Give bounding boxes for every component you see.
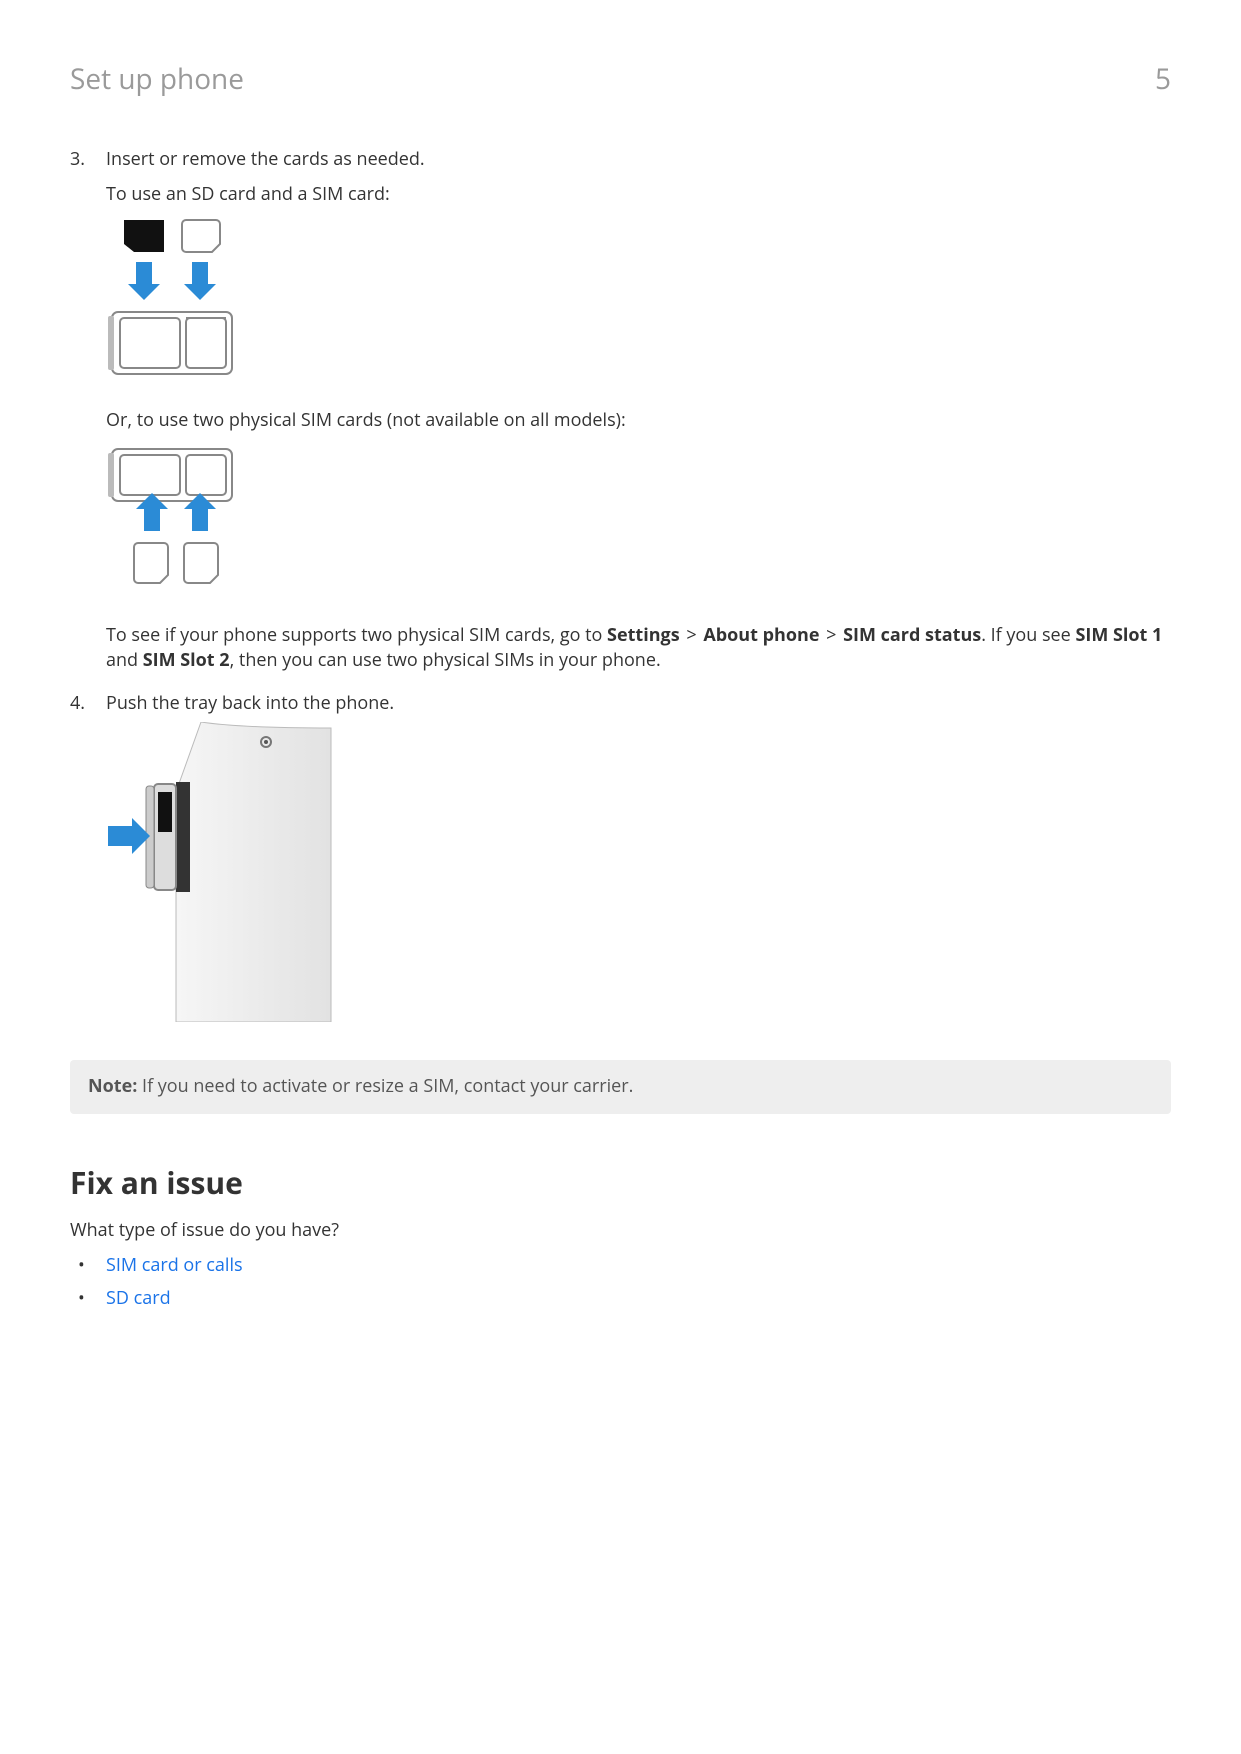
fix-an-issue-heading: Fix an issue: [70, 1162, 1171, 1204]
text-fragment: , then you can use two physical SIMs in …: [230, 648, 661, 672]
bold-sim-slot-1: SIM Slot 1: [1075, 623, 1162, 647]
diagram-two-sims: [106, 443, 1171, 603]
step-3-two-sim-caption: Or, to use two physical SIM cards (not a…: [106, 408, 1171, 433]
note-box: Note: If you need to activate or resize …: [70, 1060, 1171, 1113]
list-item: SIM card or calls: [70, 1253, 1171, 1278]
step-4-number: 4.: [70, 691, 106, 1042]
step-3: 3. Insert or remove the cards as needed.…: [70, 147, 1171, 683]
diagram-sd-and-sim: [106, 218, 1171, 388]
text-fragment: . If you see: [981, 623, 1075, 647]
fix-question: What type of issue do you have?: [70, 1218, 1171, 1243]
issue-link-list: SIM card or calls SD card: [70, 1253, 1171, 1311]
text-fragment: To see if your phone supports two physic…: [106, 623, 607, 647]
link-sim-card-or-calls[interactable]: SIM card or calls: [106, 1253, 243, 1277]
diagram-push-tray: [106, 722, 1171, 1022]
list-item: SD card: [70, 1286, 1171, 1311]
step-3-intro: Insert or remove the cards as needed.: [106, 147, 1171, 172]
page-number: 5: [1155, 60, 1171, 99]
text-fragment: and: [106, 648, 143, 672]
bold-sim-slot-2: SIM Slot 2: [143, 648, 230, 672]
bold-about-phone: About phone: [703, 623, 819, 647]
page: Set up phone 5 3. Insert or remove the c…: [0, 0, 1241, 1754]
step-3-sd-sim-caption: To use an SD card and a SIM card:: [106, 182, 1171, 207]
breadcrumb-separator: >: [824, 623, 838, 647]
bold-sim-card-status: SIM card status: [843, 623, 981, 647]
bold-settings: Settings: [607, 623, 680, 647]
note-label: Note:: [88, 1074, 137, 1098]
note-text: If you need to activate or resize a SIM,…: [137, 1074, 633, 1098]
page-title: Set up phone: [70, 60, 244, 99]
step-3-body: Insert or remove the cards as needed. To…: [106, 147, 1171, 683]
step-4-text: Push the tray back into the phone.: [106, 691, 1171, 716]
breadcrumb-separator: >: [684, 623, 698, 647]
step-3-support-text: To see if your phone supports two physic…: [106, 623, 1171, 673]
step-3-number: 3.: [70, 147, 106, 683]
link-sd-card[interactable]: SD card: [106, 1286, 171, 1310]
step-4: 4. Push the tray back into the phone.: [70, 691, 1171, 1042]
step-4-body: Push the tray back into the phone.: [106, 691, 1171, 1042]
page-header: Set up phone 5: [70, 60, 1171, 99]
